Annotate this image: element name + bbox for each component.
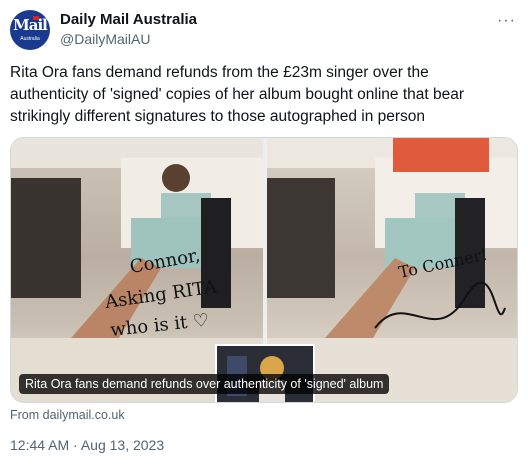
avatar-flag	[33, 16, 39, 20]
avatar-logo: Mail	[13, 16, 48, 34]
link-card[interactable]: Connor, Asking RITA who is it ♡ To Conne…	[10, 137, 518, 403]
tweet-text: Rita Ora fans demand refunds from the £2…	[10, 64, 464, 125]
avatar[interactable]: Mail Australia	[10, 10, 50, 50]
account-name[interactable]: Daily Mail Australia	[60, 11, 197, 28]
more-horizontal-icon[interactable]: ···	[497, 12, 516, 30]
account-handle[interactable]: @DailyMailAU	[60, 31, 150, 47]
tweet-header: Mail Australia Daily Mail Australia @Dai…	[10, 10, 518, 50]
tweet-timestamp[interactable]: 12:44 AM · Aug 13, 2023	[10, 437, 164, 453]
avatar-sub: Australia	[20, 36, 40, 42]
card-caption: Rita Ora fans demand refunds over authen…	[19, 374, 390, 394]
card-source[interactable]: From dailymail.co.uk	[10, 408, 125, 422]
